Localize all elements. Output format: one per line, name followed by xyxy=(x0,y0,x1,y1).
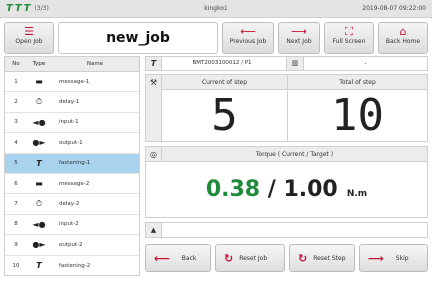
next-job-label: Next Job xyxy=(286,38,312,45)
reset-job-button[interactable]: ↻ Reset Job xyxy=(215,244,285,272)
step-no: 4 xyxy=(14,139,18,146)
step-row-selected[interactable]: 5 T fastening-1 xyxy=(5,153,139,174)
full-screen-button[interactable]: ⛶ Full Screen xyxy=(324,22,374,54)
reset-step-label: Reset Step xyxy=(313,254,346,262)
step-row[interactable]: 1 ▬ message-1 xyxy=(5,72,139,93)
step-name: output-1 xyxy=(59,139,83,146)
current-step-label: Current of step xyxy=(162,75,287,90)
reset-step-button[interactable]: ↻ Reset Step xyxy=(289,244,355,272)
step-row[interactable]: 7 ⏱ delay-2 xyxy=(5,194,139,215)
barcode-icon: ▥ xyxy=(286,57,304,70)
message-bar: ▲ xyxy=(145,222,428,238)
torque-panel: ◎ Torque ( Current / Target ) 0.38 / 1.0… xyxy=(145,146,428,218)
fullscreen-icon: ⛶ xyxy=(345,25,353,38)
home-icon: ⌂ xyxy=(399,25,407,38)
header-no: No xyxy=(12,61,20,67)
step-no: 5 xyxy=(14,160,18,167)
screwdriver-icon: T xyxy=(36,261,42,271)
step-name: fastening-1 xyxy=(59,160,91,167)
step-list: No Type Name 1 ▬ message-1 2 ⏱ delay-1 3… xyxy=(4,56,140,276)
arrow-left-icon: ⟵ xyxy=(240,25,256,38)
step-row[interactable]: 6 ▬ message-2 xyxy=(5,174,139,195)
torque-current: 0.38 xyxy=(205,177,261,202)
message-icon: ▬ xyxy=(35,77,43,87)
back-home-label: Back Home xyxy=(385,38,421,45)
current-step-value: 5 xyxy=(211,90,238,141)
arrow-left-icon: ⟵ xyxy=(154,251,170,265)
back-label: Back xyxy=(181,254,197,262)
header-name: Name xyxy=(86,61,104,67)
gauge-icon: ◎ xyxy=(146,147,162,162)
torque-separator: / xyxy=(260,177,284,202)
tool-info-bar: T BMT2003100012 / P1 ▥ - xyxy=(145,56,428,71)
step-row[interactable]: 10 T fastening-2 xyxy=(5,256,139,276)
step-name: delay-2 xyxy=(59,201,80,208)
torque-unit: N.m xyxy=(346,189,368,199)
total-step-value: 10 xyxy=(287,91,427,141)
step-list-header: No Type Name xyxy=(5,57,139,72)
step-name: output-2 xyxy=(59,241,83,248)
step-no: 2 xyxy=(14,99,18,106)
job-name: new_job xyxy=(58,22,218,54)
arrow-right-icon: ⟶ xyxy=(291,25,307,38)
step-no: 7 xyxy=(14,201,18,208)
screwdriver-icon: T xyxy=(146,57,162,70)
step-name: message-2 xyxy=(59,180,90,187)
input-icon: ◄● xyxy=(32,117,46,127)
step-no: 8 xyxy=(14,221,18,228)
screwdriver-icon: T xyxy=(36,158,42,168)
barcode-value: - xyxy=(364,60,367,67)
reset-icon: ↻ xyxy=(298,251,308,265)
skip-label: Skip xyxy=(395,254,409,262)
step-name: input-2 xyxy=(59,221,79,228)
next-job-button[interactable]: ⟶ Next Job xyxy=(278,22,320,54)
tool-id: BMT2003100012 / P1 xyxy=(192,60,252,66)
step-row[interactable]: 8 ◄● input-2 xyxy=(5,215,139,236)
total-step-label: Total of step xyxy=(287,75,427,90)
reset-job-label: Reset Job xyxy=(239,254,268,262)
step-row[interactable]: 4 ●► output-1 xyxy=(5,133,139,154)
output-icon: ●► xyxy=(32,240,46,250)
step-name: message-1 xyxy=(59,78,90,85)
back-button[interactable]: ⟵ Back xyxy=(145,244,211,272)
timer-icon: ⏱ xyxy=(35,97,43,107)
reset-icon: ↻ xyxy=(224,251,234,265)
status-bar: T T T (3/3) kingko1 2019-08-07 09:22:00 xyxy=(0,0,432,18)
torque-target: 1.00 xyxy=(283,177,338,202)
wrench-icon: ⚒ xyxy=(146,75,162,141)
step-name: fastening-2 xyxy=(59,262,91,269)
header-type: Type xyxy=(32,61,46,67)
output-icon: ●► xyxy=(32,138,46,148)
step-name: input-1 xyxy=(59,119,79,126)
warning-icon: ▲ xyxy=(146,223,162,237)
step-row[interactable]: 9 ●► output-2 xyxy=(5,235,139,256)
step-counter-panel: ⚒ Current of step Total of step 5 10 xyxy=(145,74,428,142)
previous-job-button[interactable]: ⟵ Previous Job xyxy=(222,22,274,54)
step-no: 10 xyxy=(12,262,20,269)
back-home-button[interactable]: ⌂ Back Home xyxy=(378,22,428,54)
message-icon: ▬ xyxy=(35,179,43,189)
input-icon: ◄● xyxy=(32,219,46,229)
step-no: 3 xyxy=(14,119,18,126)
skip-button[interactable]: ⟶ Skip xyxy=(359,244,428,272)
message-text xyxy=(166,223,423,237)
step-no: 6 xyxy=(14,180,18,187)
step-no: 9 xyxy=(14,241,18,248)
full-screen-label: Full Screen xyxy=(332,38,366,45)
open-job-button[interactable]: ☰ Open Job xyxy=(4,22,54,54)
step-name: delay-1 xyxy=(59,99,80,106)
timer-icon: ⏱ xyxy=(35,199,43,209)
step-row[interactable]: 2 ⏱ delay-1 xyxy=(5,92,139,113)
previous-job-label: Previous Job xyxy=(229,38,267,45)
datetime: 2019-08-07 09:22:00 xyxy=(362,5,426,12)
list-icon: ☰ xyxy=(24,25,34,38)
torque-readout: 0.38 / 1.00 N.m xyxy=(146,163,427,217)
torque-label: Torque ( Current / Target ) xyxy=(162,147,427,162)
arrow-right-icon: ⟶ xyxy=(368,251,384,265)
step-row[interactable]: 3 ◄● input-1 xyxy=(5,113,139,134)
open-job-label: Open Job xyxy=(15,38,43,45)
step-no: 1 xyxy=(14,78,18,85)
